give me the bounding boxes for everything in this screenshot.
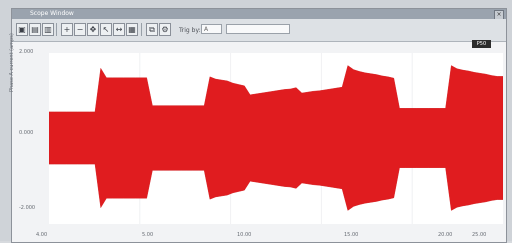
x-tick-label: 25.00 [472,232,487,238]
trigger-value: A [204,26,209,33]
screenshot-frame: Scope Window × ▣ ▤ ▥ + − ✥ ↖ ↔ ▦ ⧉ ⚙ Tri… [0,0,512,243]
copy-icon[interactable]: ⧉ [146,23,158,36]
save-icon[interactable]: ▤ [29,23,41,36]
title-bar: Scope Window × [12,9,506,20]
trigger-select[interactable]: A [201,24,222,34]
cursor-icon[interactable]: ↖ [100,23,112,36]
measure-icon[interactable]: ↔ [113,23,125,36]
trigger-label: Trig by: [179,27,201,34]
pan-icon[interactable]: ✥ [87,23,99,36]
waveform-band [49,65,503,211]
y-axis-label: Phase A current (amps) [9,33,15,92]
settings-icon[interactable]: ⚙ [159,23,171,36]
window-title: Scope Window [30,10,74,17]
x-tick-label: 20.00 [438,232,453,238]
toolbar-separator [56,23,57,36]
y-tick-label: 2.000 [19,49,34,55]
channel-select[interactable] [226,24,290,34]
print-icon[interactable]: ▥ [42,23,54,36]
channel-badge: P50 [472,40,491,48]
y-tick-label: -2.000 [19,205,36,211]
x-tick-label: 10.00 [237,232,252,238]
plot-area [12,42,506,242]
plot-canvas [49,53,503,224]
x-tick-label: 4.00 [36,232,48,238]
x-tick-label: 15.00 [344,232,359,238]
toolbar-separator-2 [141,23,142,36]
zoom-in-icon[interactable]: + [61,23,73,36]
open-icon[interactable]: ▣ [16,23,28,36]
y-tick-label: 0.000 [19,130,34,136]
chart-icon[interactable]: ▦ [126,23,138,36]
toolbar: ▣ ▤ ▥ + − ✥ ↖ ↔ ▦ ⧉ ⚙ Trig by: A [12,19,506,42]
waveform-chart [49,53,503,224]
x-tick-label: 5.00 [142,232,154,238]
zoom-out-icon[interactable]: − [74,23,86,36]
scope-window: Scope Window × ▣ ▤ ▥ + − ✥ ↖ ↔ ▦ ⧉ ⚙ Tri… [11,8,507,243]
